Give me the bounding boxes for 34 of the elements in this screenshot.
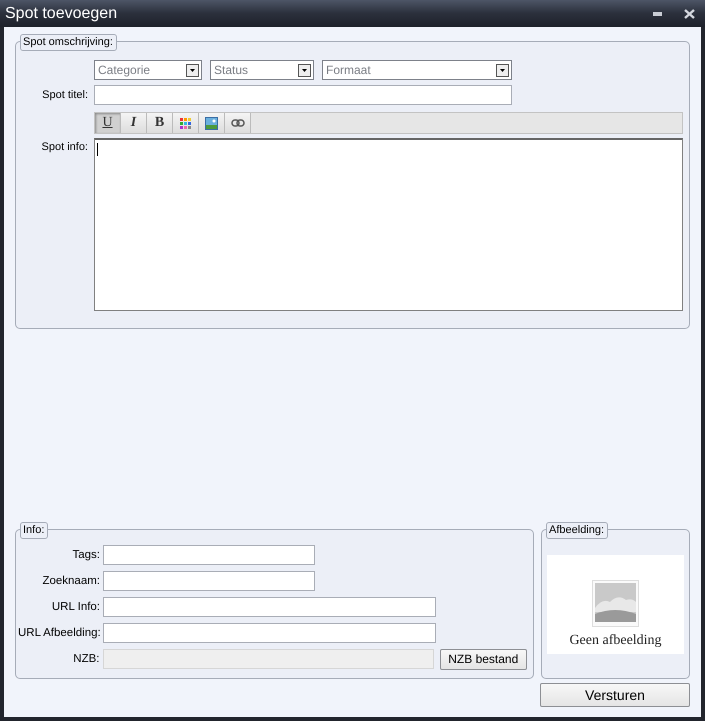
color-grid-icon xyxy=(180,118,191,128)
info-text-area[interactable] xyxy=(94,138,683,311)
minimize-icon[interactable] xyxy=(653,12,662,16)
dropdown[interactable]: Formaat xyxy=(322,60,512,80)
input-field[interactable] xyxy=(103,571,315,591)
group-legend: Spot omschrijving: xyxy=(20,34,117,51)
image-icon xyxy=(205,116,218,130)
field-label: Tags: xyxy=(72,549,100,561)
dropdown[interactable]: Status xyxy=(210,60,314,80)
placeholder-image-icon xyxy=(592,580,639,627)
underline-button[interactable]: U xyxy=(95,113,121,133)
field-label: Spot info: xyxy=(40,141,88,153)
input-field[interactable] xyxy=(103,597,436,617)
field-label: Spot titel: xyxy=(41,89,88,101)
field-label: NZB: xyxy=(72,653,100,665)
italic-button[interactable]: I xyxy=(121,113,147,133)
submit-button[interactable]: Versturen xyxy=(540,683,690,707)
bold-button[interactable]: B xyxy=(147,113,173,133)
dropdown[interactable]: Categorie xyxy=(94,60,202,80)
field-label: Zoeknaam: xyxy=(41,575,100,587)
link-button[interactable] xyxy=(225,113,251,133)
color-button[interactable] xyxy=(173,113,199,133)
input-field[interactable] xyxy=(103,545,315,565)
field-label: URL Info: xyxy=(50,601,100,613)
input-field[interactable] xyxy=(103,623,436,643)
window-title: Spot toevoegen xyxy=(5,4,118,22)
title-input[interactable] xyxy=(94,85,512,105)
link-icon xyxy=(230,119,244,127)
group-legend: Afbeelding: xyxy=(546,522,608,539)
image-button[interactable] xyxy=(199,113,225,133)
close-icon[interactable] xyxy=(684,8,695,18)
field-label: URL Afbeelding: xyxy=(18,627,100,639)
group-legend: Info: xyxy=(20,522,48,539)
image-caption: Geen afbeelding xyxy=(569,633,662,649)
